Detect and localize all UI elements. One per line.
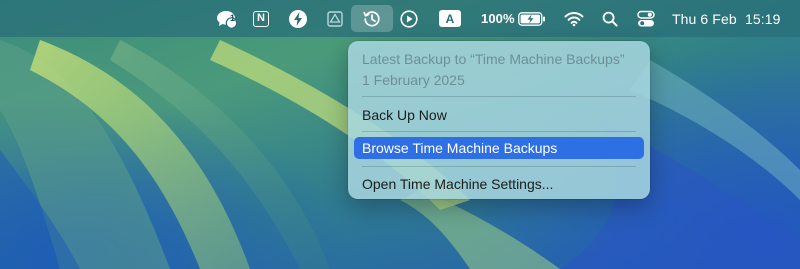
spotlight-search-icon[interactable]	[601, 0, 619, 37]
drive-icon[interactable]	[325, 0, 345, 37]
wifi-icon[interactable]	[563, 0, 585, 37]
input-source-glyph: A	[445, 11, 455, 26]
menu-separator	[362, 96, 636, 97]
menu-bar: 1 N A 100% Thu 6 Feb 15:19	[0, 0, 800, 37]
open-settings-label: Open Time Machine Settings...	[362, 176, 554, 192]
bolt-icon[interactable]	[287, 0, 309, 37]
messages-badge-icon[interactable]: 1	[214, 0, 240, 37]
menu-separator	[362, 166, 636, 167]
menubar-clock[interactable]: 15:19	[745, 0, 789, 37]
input-source-icon[interactable]: A	[438, 0, 462, 37]
latest-backup-title: Latest Backup to “Time Machine Backups”	[354, 48, 644, 70]
browse-backups-item[interactable]: Browse Time Machine Backups	[354, 137, 644, 159]
notion-glyph: N	[257, 12, 265, 24]
menu-separator	[362, 131, 636, 132]
notion-icon[interactable]: N	[251, 0, 271, 37]
control-center-icon[interactable]	[636, 0, 656, 37]
back-up-now-item[interactable]: Back Up Now	[354, 104, 644, 126]
notification-badge-count: 1	[229, 13, 235, 23]
latest-backup-title-text: Latest Backup to “Time Machine Backups”	[362, 51, 625, 67]
play-icon[interactable]	[399, 0, 419, 37]
time-machine-menu: Latest Backup to “Time Machine Backups” …	[348, 41, 650, 199]
menubar-date[interactable]: Thu 6 Feb	[672, 0, 738, 37]
latest-backup-date-text: 1 February 2025	[362, 72, 465, 88]
open-settings-item[interactable]: Open Time Machine Settings...	[354, 173, 644, 195]
browse-backups-label: Browse Time Machine Backups	[362, 140, 558, 156]
battery-percentage: 100%	[481, 11, 515, 26]
latest-backup-date: 1 February 2025	[354, 69, 644, 91]
battery-icon[interactable]	[517, 0, 547, 37]
back-up-now-label: Back Up Now	[362, 107, 447, 123]
time-machine-icon[interactable]	[351, 5, 393, 32]
